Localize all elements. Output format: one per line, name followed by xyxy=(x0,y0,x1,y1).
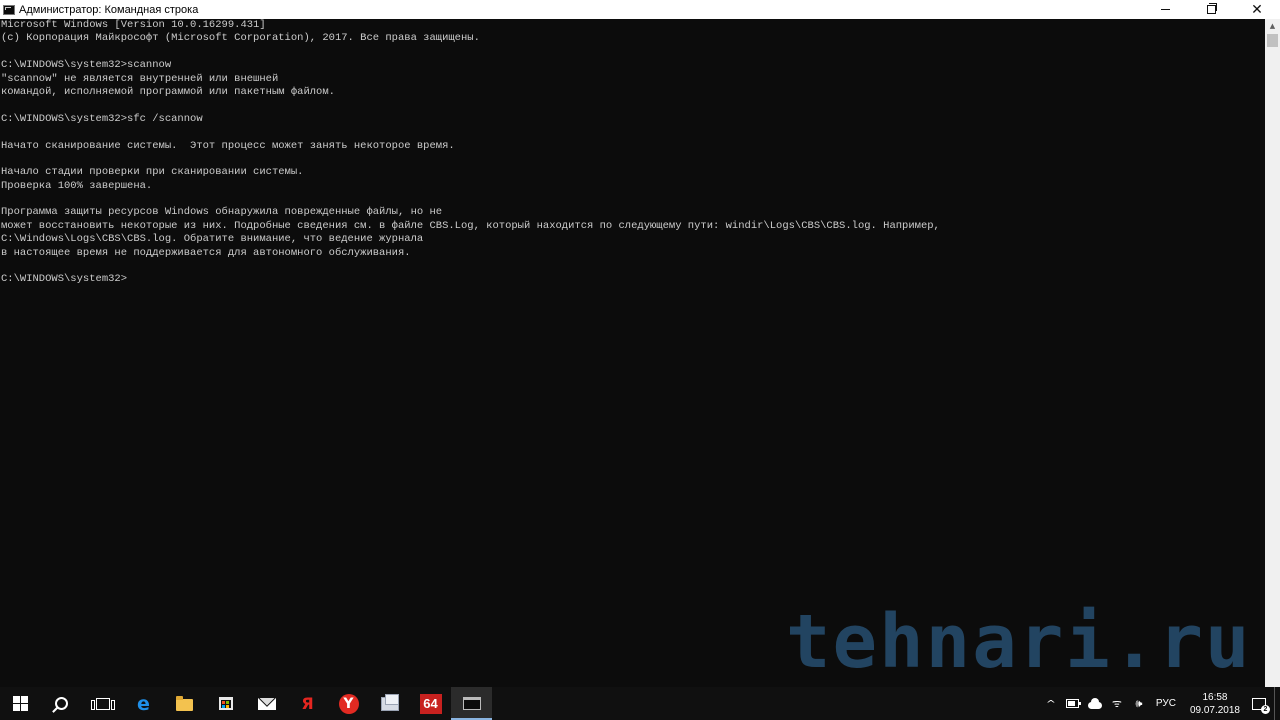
console-line: C:\WINDOWS\system32> xyxy=(1,273,128,286)
show-hidden-icons-chevron-icon[interactable]: ^ xyxy=(1040,692,1062,715)
clock-time: 16:58 xyxy=(1202,691,1228,703)
console-line: Проверка 100% завершена. xyxy=(1,179,153,192)
vertical-scrollbar[interactable]: ▲ xyxy=(1265,19,1280,687)
scrollbar-thumb[interactable] xyxy=(1267,34,1278,47)
wifi-icon[interactable]: ᯤ xyxy=(1106,687,1128,720)
yandex-icon: Я xyxy=(301,694,314,713)
yandex-browser-icon: Y xyxy=(338,693,359,714)
task-view-icon xyxy=(90,697,115,710)
console-line: C:\WINDOWS\system32>sfc /scannow xyxy=(1,112,203,125)
console-line: C:\WINDOWS\system32>scannow xyxy=(1,59,172,72)
onedrive-cloud-icon[interactable] xyxy=(1084,687,1106,720)
aida64-icon: 64 xyxy=(419,693,442,714)
folder-icon xyxy=(176,695,193,711)
console-line: (c) Корпорация Майкрософт (Microsoft Cor… xyxy=(1,32,480,45)
taskbar: e Я Y 64 ^ ᯤ 🕪 РУС 16:58 09.07.2018 2 xyxy=(0,687,1280,720)
taskbar-yandex-browser[interactable]: Y xyxy=(328,687,369,720)
system-tray: ^ ᯤ 🕪 РУС 16:58 09.07.2018 2 xyxy=(1040,687,1280,720)
console-line: Начало стадии проверки при сканировании … xyxy=(1,166,304,179)
console-line: в настоящее время не поддерживается для … xyxy=(1,246,411,259)
battery-icon[interactable] xyxy=(1062,687,1084,720)
clock-date: 09.07.2018 xyxy=(1189,704,1240,716)
console-line: командой, исполняемой программой или пак… xyxy=(1,85,335,98)
console-line: C:\Windows\Logs\CBS\CBS.log. Обратите вн… xyxy=(1,233,424,246)
edge-icon: e xyxy=(137,692,150,715)
volume-icon[interactable]: 🕪 xyxy=(1128,687,1150,720)
mail-icon xyxy=(257,697,276,710)
taskbar-store[interactable] xyxy=(205,687,246,720)
command-prompt-icon xyxy=(462,697,481,710)
windows-logo-icon xyxy=(13,696,28,711)
task-view-button[interactable] xyxy=(82,687,123,720)
taskbar-edge[interactable]: e xyxy=(123,687,164,720)
taskbar-command-prompt[interactable] xyxy=(451,687,492,720)
console-line: Microsoft Windows [Version 10.0.16299.43… xyxy=(1,19,266,31)
console-line: Программа защиты ресурсов Windows обнару… xyxy=(1,206,443,219)
console-output[interactable]: Microsoft Windows [Version 10.0.16299.43… xyxy=(0,19,1265,687)
clock[interactable]: 16:58 09.07.2018 xyxy=(1182,687,1248,720)
minimize-icon xyxy=(1160,9,1170,10)
command-prompt-icon xyxy=(3,4,15,15)
notifications-icon: 2 xyxy=(1252,697,1270,714)
notification-count-badge: 2 xyxy=(1261,704,1270,714)
window-title: Администратор: Командная строка xyxy=(19,3,199,16)
console-line: может восстановить некоторые из них. Под… xyxy=(1,219,940,232)
taskbar-app[interactable] xyxy=(369,687,410,720)
taskbar-aida64[interactable]: 64 xyxy=(410,687,451,720)
close-button[interactable]: ✕ xyxy=(1234,0,1280,19)
language-indicator[interactable]: РУС xyxy=(1150,687,1182,720)
store-icon xyxy=(218,697,233,710)
document-window-icon xyxy=(380,693,399,711)
console-line: "scannow" не является внутренней или вне… xyxy=(1,72,279,85)
start-button[interactable] xyxy=(0,687,41,720)
console-line: Начато сканирование системы. Этот процес… xyxy=(1,139,455,152)
taskbar-file-explorer[interactable] xyxy=(164,687,205,720)
minimize-button[interactable] xyxy=(1142,0,1188,19)
search-icon xyxy=(55,697,68,710)
close-icon: ✕ xyxy=(1251,1,1263,18)
search-button[interactable] xyxy=(41,687,82,720)
taskbar-mail[interactable] xyxy=(246,687,287,720)
watermark-logo: tehnari.ru xyxy=(786,599,1252,685)
maximize-button[interactable] xyxy=(1188,0,1234,19)
taskbar-yandex[interactable]: Я xyxy=(287,687,328,720)
maximize-icon xyxy=(1206,3,1217,14)
scroll-up-arrow-icon[interactable]: ▲ xyxy=(1265,19,1280,33)
window-controls: ✕ xyxy=(1142,0,1280,19)
action-center-button[interactable]: 2 xyxy=(1248,687,1270,720)
show-desktop-button[interactable] xyxy=(1274,687,1280,720)
window-title-bar[interactable]: Администратор: Командная строка ✕ xyxy=(0,0,1280,20)
